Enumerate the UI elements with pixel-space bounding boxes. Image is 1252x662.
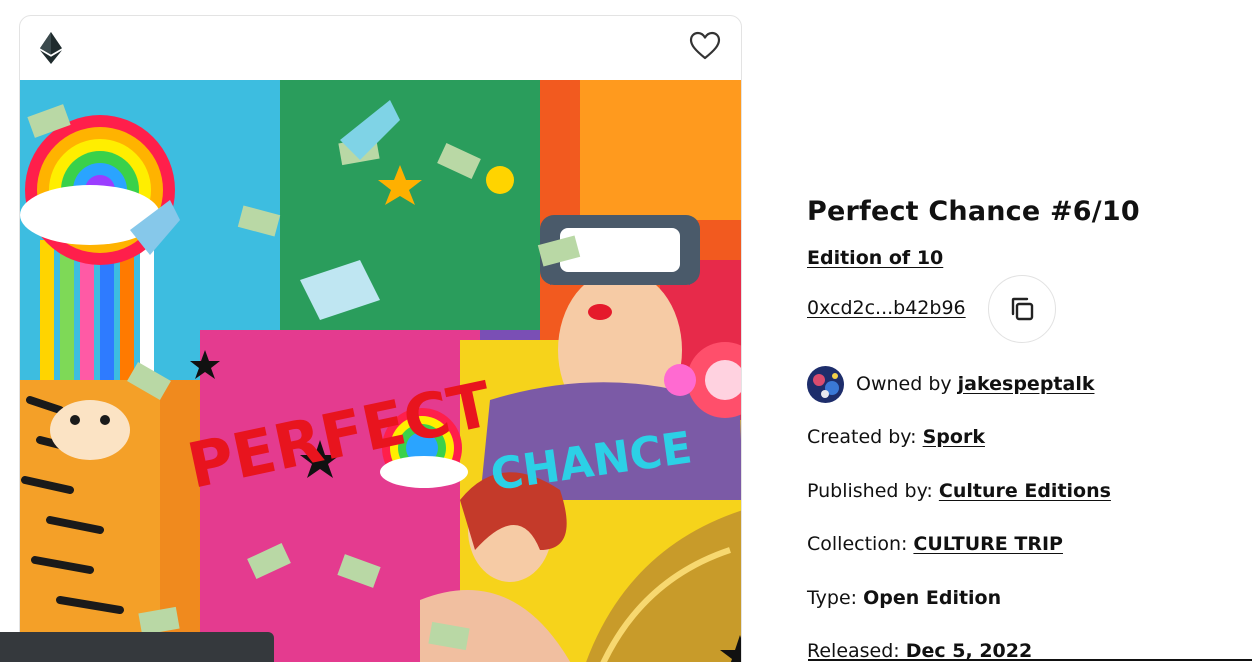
publisher-link[interactable]: Culture Editions <box>939 480 1111 502</box>
created-by-label: Created by: <box>807 426 923 448</box>
edition-link[interactable]: Edition of 10 <box>807 247 943 269</box>
creator-link[interactable]: Spork <box>923 426 985 448</box>
type-row: Type: Open Edition <box>807 587 1001 609</box>
type-value: Open Edition <box>863 587 1002 609</box>
type-label: Type: <box>807 587 864 609</box>
owner-text: Owned by jakespeptalk <box>856 373 1094 395</box>
artwork-card: PERFECT CHANCE <box>19 15 742 662</box>
bottom-toolbar <box>0 632 274 662</box>
copy-address-button[interactable] <box>988 275 1056 343</box>
collection-row: Collection: CULTURE TRIP <box>807 533 1063 555</box>
contract-address-link[interactable]: 0xcd2c...b42b96 <box>807 297 966 319</box>
published-by-row: Published by: Culture Editions <box>807 480 1111 502</box>
owner-row: Owned by jakespeptalk <box>807 365 1094 403</box>
owner-avatar[interactable] <box>807 365 844 403</box>
card-header <box>20 16 741 80</box>
token-title: Perfect Chance #6/10 <box>807 196 1140 227</box>
owner-prefix: Owned by <box>856 373 958 395</box>
owner-name-link[interactable]: jakespeptalk <box>958 373 1095 395</box>
published-by-label: Published by: <box>807 480 939 502</box>
collection-link[interactable]: CULTURE TRIP <box>913 533 1063 555</box>
created-by-row: Created by: Spork <box>807 426 985 448</box>
artwork-image[interactable]: PERFECT CHANCE <box>20 80 742 662</box>
collection-label: Collection: <box>807 533 914 555</box>
ethereum-icon <box>40 32 62 64</box>
favorite-heart-icon[interactable] <box>689 30 721 62</box>
bottom-divider <box>808 659 1252 661</box>
copy-icon <box>1011 297 1034 321</box>
